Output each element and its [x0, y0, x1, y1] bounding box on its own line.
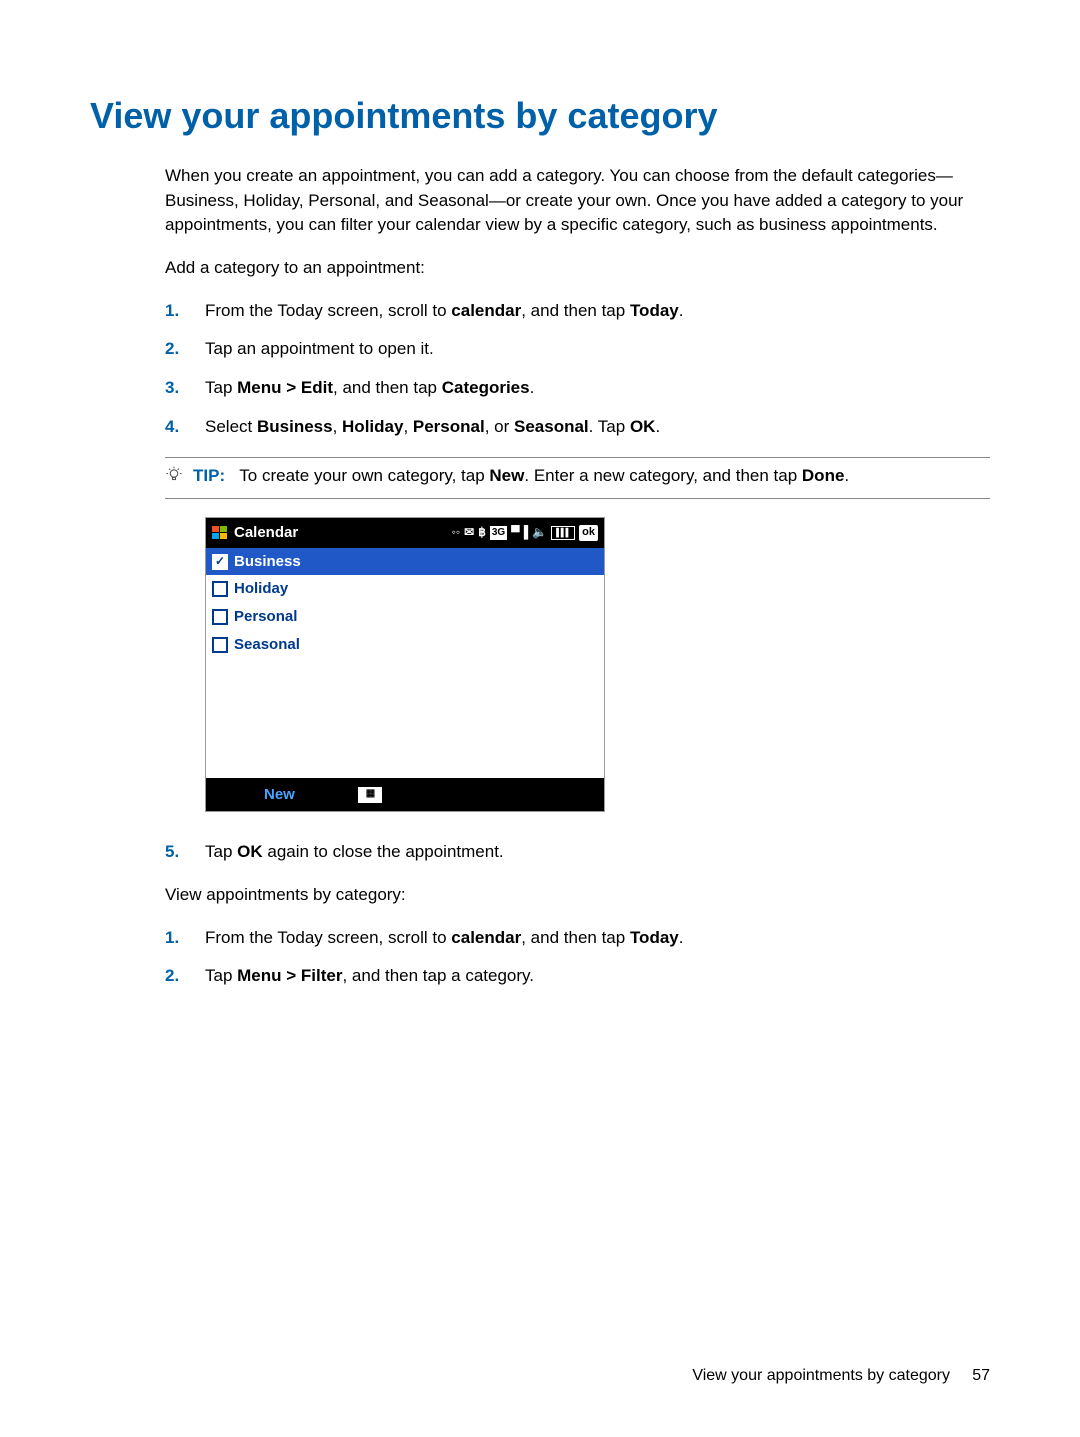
bluetooth-icon: ฿ [478, 524, 486, 541]
checkbox-checked-icon[interactable]: ✓ [212, 554, 228, 570]
titlebar-title: Calendar [234, 522, 298, 544]
step-5: 5. Tap OK again to close the appointment… [165, 840, 990, 865]
intro-paragraph: When you create an appointment, you can … [165, 164, 990, 238]
windows-flag-icon [212, 526, 228, 540]
mail-icon: ✉ [464, 524, 474, 541]
checkbox-icon[interactable] [212, 581, 228, 597]
step-number: 2. [165, 337, 179, 362]
category-row-personal[interactable]: Personal [206, 603, 604, 631]
add-category-title: Add a category to an appointment: [165, 256, 990, 281]
battery-icon: ▌▌▌ [551, 526, 575, 540]
step-number: 4. [165, 415, 179, 440]
category-row-business[interactable]: ✓ Business [206, 548, 604, 576]
category-label: Holiday [234, 578, 288, 600]
footer-section-title: View your appointments by category [692, 1367, 950, 1384]
calendar-categories-screenshot: Calendar ◦◦ ✉ ฿ 3G ▀▐ 🔈 ▌▌▌ ok ✓ Busines… [205, 517, 605, 813]
bold-today: Today [630, 301, 679, 320]
tip-label: TIP: [193, 466, 225, 485]
step-number: 3. [165, 376, 179, 401]
ok-button[interactable]: ok [579, 525, 598, 541]
page-heading: View your appointments by category [90, 90, 990, 142]
keyboard-icon[interactable]: ▦ [358, 787, 382, 803]
step-number: 2. [165, 964, 179, 989]
volume-icon: 🔈 [532, 524, 547, 541]
category-row-holiday[interactable]: Holiday [206, 575, 604, 603]
bottom-bar: New ▦ [206, 778, 604, 812]
category-label: Business [234, 551, 301, 573]
step-number: 5. [165, 840, 179, 865]
category-label: Personal [234, 606, 297, 628]
tip-text: TIP: To create your own category, tap Ne… [193, 464, 849, 489]
step-3: 3. Tap Menu > Edit, and then tap Categor… [165, 376, 990, 401]
view-by-category-title: View appointments by category: [165, 883, 990, 908]
new-button[interactable]: New [264, 784, 295, 806]
step-2: 2. Tap Menu > Filter, and then tap a cat… [165, 964, 990, 989]
step-number: 1. [165, 926, 179, 951]
step-2: 2. Tap an appointment to open it. [165, 337, 990, 362]
status-icons: ◦◦ ✉ ฿ 3G ▀▐ 🔈 ▌▌▌ ok [452, 524, 598, 541]
step-text: From the Today screen, scroll to [205, 301, 451, 320]
tip-callout: TIP: To create your own category, tap Ne… [165, 457, 990, 499]
checkbox-icon[interactable] [212, 637, 228, 653]
step-1: 1. From the Today screen, scroll to cale… [165, 299, 990, 324]
bold-menu-edit: Menu > Edit [237, 378, 333, 397]
page-number: 57 [972, 1367, 990, 1384]
bold-categories: Categories [442, 378, 530, 397]
step-4: 4. Select Business, Holiday, Personal, o… [165, 415, 990, 440]
add-category-step-5: 5. Tap OK again to close the appointment… [165, 840, 990, 865]
titlebar: Calendar ◦◦ ✉ ฿ 3G ▀▐ 🔈 ▌▌▌ ok [206, 518, 604, 548]
add-category-steps: 1. From the Today screen, scroll to cale… [165, 299, 990, 440]
categories-list: ✓ Business Holiday Personal Seasonal [206, 548, 604, 778]
category-row-seasonal[interactable]: Seasonal [206, 631, 604, 659]
page-footer: View your appointments by category 57 [692, 1364, 990, 1387]
network-3g-icon: 3G [490, 526, 507, 540]
view-by-category-steps: 1. From the Today screen, scroll to cale… [165, 926, 990, 989]
step-number: 1. [165, 299, 179, 324]
signal-icon: ▀▐ [511, 524, 528, 541]
step-text: Tap an appointment to open it. [205, 339, 434, 358]
bold-calendar: calendar [451, 301, 521, 320]
checkbox-icon[interactable] [212, 609, 228, 625]
lightbulb-icon [165, 464, 185, 492]
step-1: 1. From the Today screen, scroll to cale… [165, 926, 990, 951]
category-label: Seasonal [234, 634, 300, 656]
voicemail-icon: ◦◦ [452, 524, 461, 541]
